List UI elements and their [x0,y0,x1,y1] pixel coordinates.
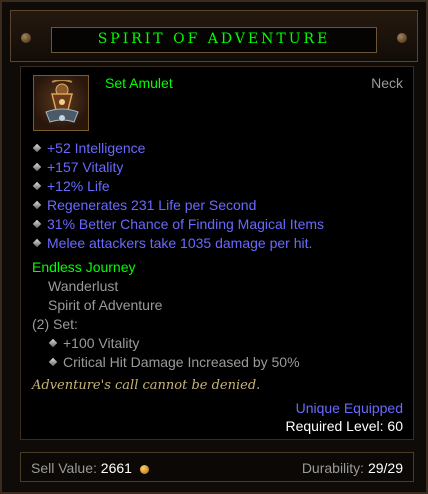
set-bonus-bullet-icon [48,357,58,367]
tooltip-footer: Sell Value: 2661 Durability: 29/29 [20,452,414,482]
stat-bullet-icon [32,219,42,229]
gold-coin-icon [139,464,149,474]
set-bonus: +100 Vitality [63,335,140,351]
sell-value: Sell Value: 2661 [31,460,149,476]
durability: Durability: 29/29 [302,460,403,476]
stat-line: +157 Vitality [47,159,124,175]
set-name: Endless Journey [32,259,136,275]
required-level: Required Level: 60 [285,418,403,434]
tooltip-header: SPIRIT OF ADVENTURE [10,10,418,62]
item-title: SPIRIT OF ADVENTURE [97,31,331,47]
durability-label: Durability: [301,460,365,476]
sell-value-amount: 2661 [100,460,132,476]
set-bonus-header: (2) Set: [32,316,78,332]
stat-line: +12% Life [47,178,110,194]
stat-bullet-icon [32,238,42,248]
stat-line: Regenerates 231 Life per Second [47,197,257,213]
stat-bullet-icon [32,143,42,153]
unique-equipped: Unique Equipped [295,400,403,416]
stat-bullet-icon [32,181,42,191]
item-tooltip: SPIRIT OF ADVENTURE Set Amulet Neck +52 … [0,0,428,494]
stat-bullet-icon [32,200,42,210]
set-piece: Spirit of Adventure [48,297,163,313]
stat-line: Melee attackers take 1035 damage per hit… [47,235,313,251]
sell-value-label: Sell Value: [31,460,97,476]
flavor-text: Adventure's call cannot be denied. [32,378,261,393]
stat-bullet-icon [32,162,42,172]
tooltip-body: Set Amulet Neck +52 Intelligence +157 Vi… [20,66,414,440]
set-bonus-bullet-icon [48,338,58,348]
set-bonus: Critical Hit Damage Increased by 50% [63,354,300,370]
amulet-icon [33,75,89,131]
item-slot: Neck [371,75,403,91]
set-piece: Wanderlust [48,278,119,294]
stat-line: +52 Intelligence [47,140,146,156]
durability-value: 29/29 [367,460,403,476]
item-type: Set Amulet [105,75,173,91]
stat-line: 31% Better Chance of Finding Magical Ite… [47,216,325,232]
